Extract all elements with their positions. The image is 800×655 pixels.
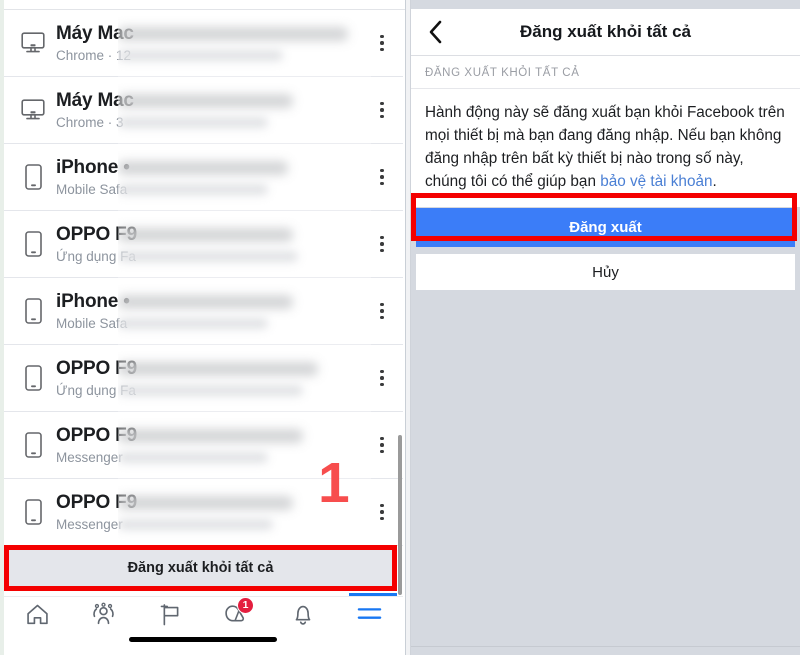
desktop-icon	[16, 23, 50, 63]
page-title: Đăng xuất khỏi tất cả	[520, 22, 691, 41]
device-text: Máy Mac Chrome · 12	[50, 22, 367, 65]
info-description: Hành động này sẽ đăng xuất bạn khỏi Face…	[411, 89, 800, 208]
scrollbar-thumb[interactable]	[398, 435, 402, 595]
device-subtitle: Mobile Safa	[56, 315, 128, 331]
more-options-icon[interactable]	[367, 157, 397, 197]
device-text: iPhone • Mobile Safa	[50, 156, 367, 199]
device-row[interactable]: OPPO F9 Ứng dụng Fa	[4, 345, 403, 412]
phone-icon	[16, 492, 50, 532]
nav-item-bell[interactable]	[270, 597, 337, 637]
device-subtitle: Ứng dụng Fa	[56, 248, 136, 264]
right-panel-body: ĐĂNG XUẤT KHỎI TẤT CẢ Hành động này sẽ đ…	[411, 56, 800, 655]
device-subtitle: Ứng dụng Fa	[56, 382, 136, 398]
section-header: ĐĂNG XUẤT KHỎI TẤT CẢ	[411, 56, 800, 89]
phone-icon	[16, 291, 50, 331]
device-title: OPPO F9	[56, 357, 137, 379]
more-options-icon[interactable]	[367, 492, 397, 532]
device-subtitle: Chrome · 3	[56, 114, 124, 130]
cancel-button[interactable]: Hủy	[416, 254, 795, 290]
device-text: iPhone • Mobile Safa	[50, 290, 367, 333]
device-subtitle: Chrome · 12	[56, 47, 132, 63]
logout-all-button[interactable]: Đăng xuất khỏi tất cả	[8, 549, 393, 587]
nav-item-flag[interactable]	[137, 597, 204, 637]
device-title: OPPO F9	[56, 424, 137, 446]
more-options-icon[interactable]	[367, 90, 397, 130]
notification-badge: 1	[237, 596, 254, 614]
home-indicator	[128, 637, 277, 642]
nav-item-friends[interactable]	[71, 597, 138, 637]
chevron-left-icon[interactable]	[411, 9, 459, 56]
device-row[interactable]: Máy Mac Chrome · 12	[4, 10, 403, 77]
phone-icon	[16, 358, 50, 398]
device-title: OPPO F9	[56, 223, 137, 245]
device-text: OPPO F9 Ứng dụng Fa	[50, 223, 367, 266]
device-title: iPhone •	[56, 156, 130, 178]
device-row[interactable]: iPhone • Mobile Safa	[4, 144, 403, 211]
friends-icon	[90, 602, 117, 632]
screenshot-root: Máy Mac Chrome · 12 Máy Mac Chrome · 3 iPhon…	[0, 0, 800, 655]
nav-item-menu[interactable]	[337, 592, 404, 637]
nav-item-home[interactable]	[4, 597, 71, 637]
device-subtitle: Mobile Safa	[56, 181, 128, 197]
device-title: Máy Mac	[56, 89, 134, 111]
bottom-divider	[411, 646, 800, 647]
flag-icon	[158, 602, 183, 632]
home-icon	[25, 602, 50, 632]
desktop-icon	[16, 90, 50, 130]
device-title: iPhone •	[56, 290, 130, 312]
logout-button[interactable]: Đăng xuất	[416, 208, 795, 247]
more-options-icon[interactable]	[367, 291, 397, 331]
menu-icon	[356, 604, 383, 629]
left-phone-screen: Máy Mac Chrome · 12 Máy Mac Chrome · 3 iPhon…	[0, 0, 406, 655]
step-number-1: 1	[318, 451, 350, 515]
right-panel-header: Đăng xuất khỏi tất cả	[411, 9, 800, 56]
device-row[interactable]: Máy Mac Chrome · 3	[4, 77, 403, 144]
bottom-navigation-bar[interactable]: 1	[4, 592, 404, 637]
protect-account-link[interactable]: bảo vệ tài khoản	[600, 173, 712, 190]
device-title: Máy Mac	[56, 22, 134, 44]
device-row[interactable]: OPPO F9 Ứng dụng Fa	[4, 211, 403, 278]
nav-item-watch[interactable]: 1	[204, 596, 271, 637]
more-options-icon[interactable]	[367, 23, 397, 63]
device-row[interactable]: iPhone • Mobile Safa	[4, 278, 403, 345]
phone-icon	[16, 157, 50, 197]
more-options-icon[interactable]	[367, 358, 397, 398]
more-options-icon[interactable]	[367, 224, 397, 264]
more-options-icon[interactable]	[367, 425, 397, 465]
info-text-after-link: .	[712, 173, 717, 190]
device-subtitle: Messenger	[56, 516, 123, 532]
scrollbar-track[interactable]	[398, 10, 404, 595]
logout-all-container: Đăng xuất khỏi tất cả	[8, 549, 393, 587]
device-text: OPPO F9 Ứng dụng Fa	[50, 357, 367, 400]
device-text: Máy Mac Chrome · 3	[50, 89, 367, 132]
right-phone-screen: Đăng xuất khỏi tất cả ĐĂNG XUẤT KHỎI TẤT…	[406, 0, 800, 655]
phone-icon	[16, 425, 50, 465]
bell-icon	[291, 602, 315, 632]
phone-icon	[16, 224, 50, 264]
